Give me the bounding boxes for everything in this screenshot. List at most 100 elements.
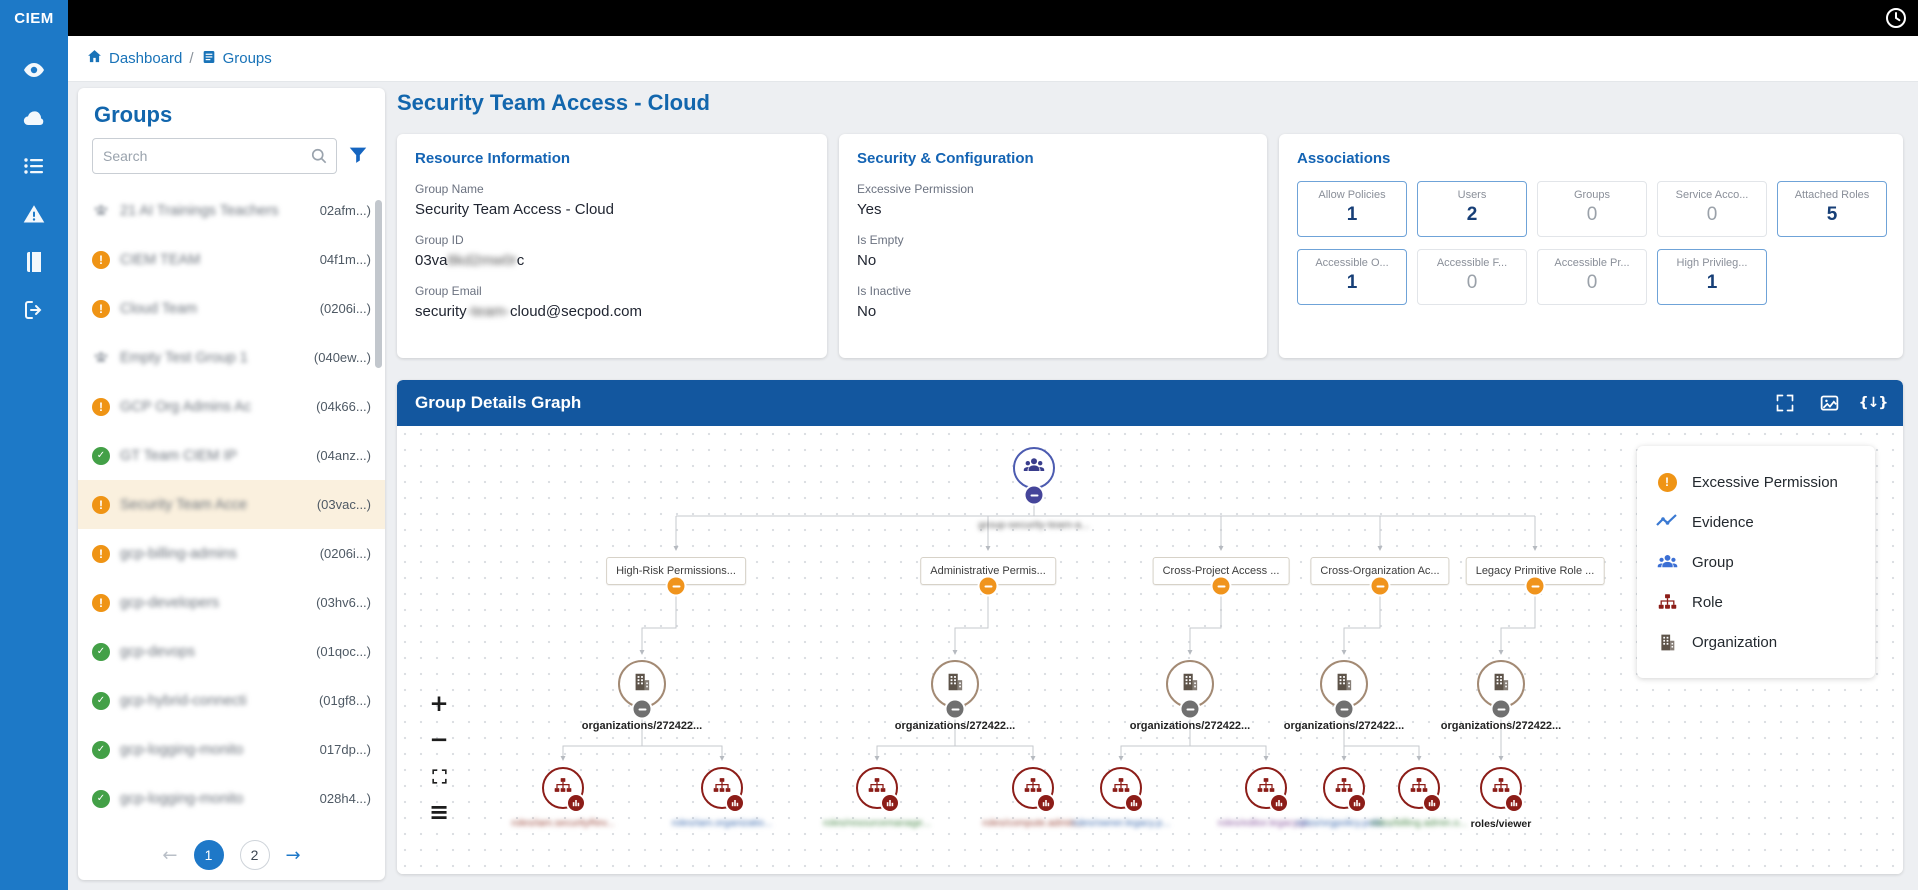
group-list-item[interactable]: 21 AI Trainings Teachers 02afm...): [78, 186, 385, 235]
group-id-prefix: 03va: [415, 252, 448, 269]
evidence-badge[interactable]: [1271, 795, 1287, 811]
zoom-out-icon[interactable]: [425, 726, 453, 754]
page-1-button[interactable]: 1: [193, 840, 224, 870]
collapse-badge[interactable]: [946, 700, 964, 718]
associations-title: Associations: [1297, 150, 1391, 167]
group-list-item[interactable]: gcp-devops (01qoc...): [78, 627, 385, 676]
collapse-badge[interactable]: [1371, 577, 1389, 595]
stat-accessible-organizations[interactable]: Accessible O... 1: [1297, 249, 1407, 305]
export-image-icon[interactable]: [1817, 391, 1841, 415]
status-warning-icon: [92, 250, 110, 269]
group-icon: [1022, 454, 1046, 483]
group-id: (04anz...): [316, 448, 371, 463]
collapse-badge[interactable]: [1212, 577, 1230, 595]
group-list-item[interactable]: Cloud Team (0206i...): [78, 284, 385, 333]
status-warning-icon: [92, 495, 110, 514]
collapse-badge[interactable]: [633, 700, 651, 718]
collapse-badge[interactable]: [1492, 700, 1510, 718]
group-name: GCP Org Admins Ac: [120, 398, 252, 415]
next-page-button[interactable]: [286, 845, 301, 866]
status-ok-icon: [92, 691, 110, 710]
page-2-button[interactable]: 2: [239, 840, 270, 870]
evidence-badge[interactable]: [882, 795, 898, 811]
stat-high-privilege[interactable]: High Privileg... 1: [1657, 249, 1767, 305]
group-name: Empty Test Group 1: [120, 349, 248, 366]
evidence-badge[interactable]: [727, 795, 743, 811]
sidebar-item-logout[interactable]: [22, 298, 46, 322]
fullscreen-icon[interactable]: [1773, 391, 1797, 415]
group-list-item[interactable]: CIEM TEAM 04f1m...): [78, 235, 385, 284]
export-json-icon[interactable]: [1861, 391, 1885, 415]
group-id: (04k66...): [316, 399, 371, 414]
graph-canvas[interactable]: group-security-team-a... High-Risk Permi…: [397, 426, 1903, 874]
fit-view-icon[interactable]: [425, 762, 453, 790]
sidebar-item-alerts[interactable]: [22, 202, 46, 226]
field-label: Excessive Permission: [857, 182, 974, 196]
role-node-label: roles/iam.organizatio...: [671, 818, 773, 829]
organization-node-label: organizations/272422...: [581, 720, 703, 732]
group-email-value: security-team-cloud@secpod.com: [415, 303, 809, 320]
group-list-item[interactable]: gcp-logging-monito 017dp...): [78, 725, 385, 774]
main-content: Groups 21 AI Trainings Teachers 02afm...…: [68, 82, 1918, 890]
stat-users[interactable]: Users 2: [1417, 181, 1527, 237]
zoom-in-icon[interactable]: [425, 690, 453, 718]
collapse-badge[interactable]: [979, 577, 997, 595]
sidebar-item-list[interactable]: [22, 154, 46, 178]
menu-icon[interactable]: [425, 798, 453, 826]
sidebar-item-view[interactable]: [22, 58, 46, 82]
collapse-badge[interactable]: [1335, 700, 1353, 718]
stat-accessible-folders[interactable]: Accessible F... 0: [1417, 249, 1527, 305]
clock-icon[interactable]: [1884, 6, 1908, 30]
legend-item: Role: [1655, 582, 1857, 622]
evidence-badge[interactable]: [1126, 795, 1142, 811]
breadcrumb-dashboard-link[interactable]: Dashboard: [86, 48, 182, 69]
collapse-badge[interactable]: [1526, 577, 1544, 595]
redacted-icon: [92, 349, 110, 367]
group-id: (01qoc...): [316, 644, 371, 659]
search-input[interactable]: [92, 138, 337, 174]
prev-page-button[interactable]: [162, 845, 177, 866]
group-list-item[interactable]: Empty Test Group 1 (040ew...): [78, 333, 385, 382]
breadcrumb-groups-link[interactable]: Groups: [201, 49, 272, 69]
evidence-badge[interactable]: [568, 795, 584, 811]
group-id: (0206i...): [319, 301, 371, 316]
evidence-badge[interactable]: [1424, 795, 1440, 811]
stat-allow-policies[interactable]: Allow Policies 1: [1297, 181, 1407, 237]
stat-accessible-projects[interactable]: Accessible Pr... 0: [1537, 249, 1647, 305]
stat-groups[interactable]: Groups 0: [1537, 181, 1647, 237]
filter-icon[interactable]: [347, 144, 371, 168]
collapse-badge[interactable]: [1181, 700, 1199, 718]
sidebar-item-cloud[interactable]: [22, 106, 46, 130]
evidence-badge[interactable]: [1506, 795, 1522, 811]
group-list-item[interactable]: GT Team CIEM IP (04anz...): [78, 431, 385, 480]
collapse-badge[interactable]: [1025, 486, 1043, 504]
evidence-badge[interactable]: [1349, 795, 1365, 811]
stat-attached-roles[interactable]: Attached Roles 5: [1777, 181, 1887, 237]
group-id: (03vac...): [316, 497, 371, 512]
group-name: Cloud Team: [120, 300, 198, 317]
group-list-item[interactable]: gcp-billing-admins (0206i...): [78, 529, 385, 578]
stat-service-accounts[interactable]: Service Acco... 0: [1657, 181, 1767, 237]
group-name: gcp-billing-admins: [120, 545, 237, 562]
organization-icon: [1333, 671, 1355, 698]
group-node-label: group-security-team-a...: [978, 519, 1090, 531]
collapse-badge[interactable]: [667, 577, 685, 595]
evidence-badge[interactable]: [1038, 795, 1054, 811]
group-list-item[interactable]: gcp-logging-monito 028h4...): [78, 774, 385, 823]
list-scrollbar[interactable]: [375, 200, 382, 368]
status-warning-icon: [92, 544, 110, 563]
group-icon: [1655, 550, 1679, 574]
group-list-item[interactable]: GCP Org Admins Ac (04k66...): [78, 382, 385, 431]
cloud-icon: [22, 111, 46, 134]
legend-item: Excessive Permission: [1655, 462, 1857, 502]
field-value: No: [857, 303, 877, 320]
sidebar-item-reports[interactable]: [22, 250, 46, 274]
group-node[interactable]: [1013, 447, 1055, 489]
breadcrumb-separator: /: [189, 50, 194, 67]
group-list-item[interactable]: gcp-developers (03hv6...): [78, 578, 385, 627]
legend-item: Group: [1655, 542, 1857, 582]
field-label: Is Empty: [857, 233, 904, 247]
group-list-item[interactable]: gcp-hybrid-connecti (01gf8...): [78, 676, 385, 725]
group-name: CIEM TEAM: [120, 251, 201, 268]
group-list-item-selected[interactable]: Security Team Acce (03vac...): [78, 480, 385, 529]
